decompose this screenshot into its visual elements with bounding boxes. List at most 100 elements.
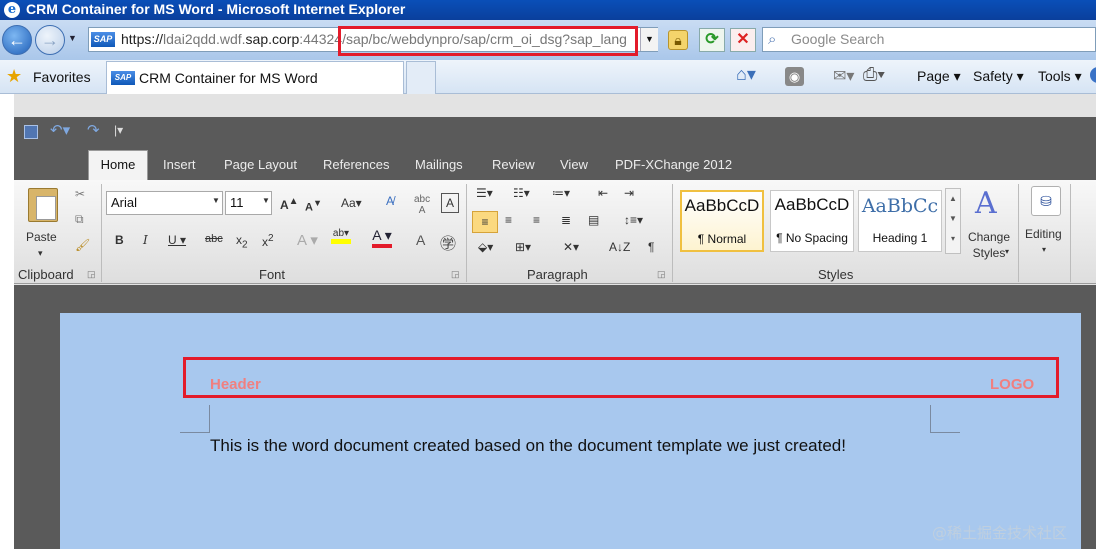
tab-insert[interactable]: Insert xyxy=(163,157,196,172)
tab-references[interactable]: References xyxy=(323,157,389,172)
mail-icon[interactable]: ✉▾ xyxy=(833,66,854,86)
tools-menu[interactable]: Tools ▾ xyxy=(1038,68,1082,85)
sap-favicon-icon: SAP xyxy=(91,32,115,47)
copy-icon[interactable]: ⧉ xyxy=(75,212,84,227)
recent-pages-dropdown-icon[interactable]: ▼ xyxy=(68,33,77,43)
align-right-button[interactable]: ≡ xyxy=(533,213,540,227)
italic-button[interactable]: I xyxy=(143,233,148,247)
header-highlight-box xyxy=(183,357,1059,398)
undo-icon[interactable]: ↶▾ xyxy=(50,121,70,139)
shrink-font-icon[interactable]: A▼ xyxy=(305,198,322,214)
feeds-icon[interactable]: ◉ xyxy=(785,67,804,86)
character-border-icon[interactable]: A xyxy=(441,193,459,213)
favorites-button[interactable]: Favorites xyxy=(33,69,91,85)
tab-pdf-xchange[interactable]: PDF-XChange 2012 xyxy=(615,157,732,172)
line-spacing-icon[interactable]: ↕≡▾ xyxy=(624,213,643,227)
style-name: ¶ No Spacing xyxy=(776,231,848,245)
safety-menu[interactable]: Safety ▾ xyxy=(973,68,1024,85)
enclose-characters-icon[interactable]: ㊫ xyxy=(440,230,456,254)
subscript-button[interactable]: x2 xyxy=(236,233,248,250)
paste-page-icon xyxy=(36,196,56,220)
document-page[interactable] xyxy=(60,313,1081,549)
styles-group-label: Styles xyxy=(818,267,854,282)
distributed-button[interactable]: ▤ xyxy=(588,213,599,227)
editing-dropdown-icon[interactable]: ▾ xyxy=(1042,245,1046,254)
font-color-icon[interactable]: A ▾ xyxy=(372,227,392,248)
group-separator xyxy=(672,184,673,282)
sort-icon[interactable]: A↓Z xyxy=(609,240,630,254)
tab-view[interactable]: View xyxy=(560,157,588,172)
ie-logo-icon: e xyxy=(4,2,20,18)
font-group-label: Font xyxy=(259,267,286,282)
borders-icon[interactable]: ⊞▾ xyxy=(515,240,531,254)
cut-icon[interactable]: ✂ xyxy=(75,187,85,201)
format-painter-icon[interactable]: 🖌︎ xyxy=(75,238,90,252)
new-tab-button[interactable] xyxy=(406,61,436,94)
styles-scroll-icon[interactable]: ▲ ▼ ▾ xyxy=(945,188,961,254)
forward-button[interactable]: → xyxy=(35,25,65,55)
align-left-button[interactable]: ≡ xyxy=(472,211,498,233)
tab-label: CRM Container for MS Word xyxy=(139,70,318,86)
lock-icon[interactable]: 🔒︎ xyxy=(668,30,688,50)
refresh-button[interactable]: ⟳ xyxy=(699,28,725,52)
font-family-dropdown-icon[interactable]: ▼ xyxy=(212,196,220,205)
character-shading-icon[interactable]: A xyxy=(416,232,425,248)
strikethrough-button[interactable]: abc xyxy=(205,233,223,245)
justify-button[interactable]: ≣ xyxy=(561,213,571,227)
change-styles-dropdown-icon[interactable]: ▾ xyxy=(1005,247,1009,256)
binoculars-icon[interactable]: ⛁ xyxy=(1031,186,1061,216)
decrease-indent-icon[interactable]: ⇤ xyxy=(598,186,608,200)
change-styles-button[interactable]: Change Styles xyxy=(964,229,1014,261)
group-separator xyxy=(466,184,467,282)
phonetic-guide-icon[interactable]: abc A xyxy=(414,194,430,216)
stop-button[interactable]: ✕ xyxy=(730,28,756,52)
superscript-button[interactable]: x2 xyxy=(262,233,274,249)
clear-formatting-icon[interactable]: A̸ xyxy=(386,194,394,208)
paste-dropdown-icon[interactable]: ▾ xyxy=(38,248,43,259)
editing-button[interactable]: Editing xyxy=(1025,227,1062,241)
document-body-text[interactable]: This is the word document created based … xyxy=(210,436,846,456)
tab-home[interactable]: Home xyxy=(88,150,148,182)
page-menu[interactable]: Page ▾ xyxy=(917,68,961,85)
margin-corner-left xyxy=(180,405,210,433)
address-dropdown-icon[interactable]: ▼ xyxy=(640,28,658,51)
clipboard-launcher-icon[interactable]: ◲ xyxy=(87,269,96,280)
customize-toolbar-icon[interactable]: |▾ xyxy=(114,123,123,137)
tab-page-layout[interactable]: Page Layout xyxy=(224,157,297,172)
highlight-color-icon[interactable]: ab▾ xyxy=(331,228,351,244)
grow-font-icon[interactable]: A▲ xyxy=(280,196,299,212)
show-formatting-icon[interactable]: ¶ xyxy=(648,240,654,254)
change-styles-icon[interactable]: A xyxy=(975,186,997,221)
asian-layout-icon[interactable]: ✕▾ xyxy=(563,240,579,254)
save-icon[interactable] xyxy=(24,125,38,139)
redo-icon[interactable]: ↷ xyxy=(87,121,100,139)
font-launcher-icon[interactable]: ◲ xyxy=(451,269,460,280)
bullets-icon[interactable]: ☰▾ xyxy=(476,186,493,200)
font-family-select[interactable]: Arial xyxy=(106,191,223,215)
numbering-icon[interactable]: ☷▾ xyxy=(513,186,530,200)
bold-button[interactable]: B xyxy=(115,233,124,247)
tab-review[interactable]: Review xyxy=(492,157,535,172)
style-heading-1[interactable]: AaBbCc Heading 1 xyxy=(858,190,942,252)
favorites-star-icon[interactable]: ★ xyxy=(6,66,22,87)
change-case-icon[interactable]: Aa▾ xyxy=(341,196,362,210)
shading-icon[interactable]: ⬙▾ xyxy=(478,240,493,254)
style-normal[interactable]: AaBbCcD ¶ Normal xyxy=(680,190,764,252)
font-size-dropdown-icon[interactable]: ▼ xyxy=(262,196,270,205)
multilevel-list-icon[interactable]: ≔▾ xyxy=(552,186,570,200)
clipboard-group-label: Clipboard xyxy=(18,267,74,282)
style-no-spacing[interactable]: AaBbCcD ¶ No Spacing xyxy=(770,190,854,252)
search-input[interactable]: Google Search xyxy=(762,27,1096,52)
back-button[interactable]: ← xyxy=(2,25,32,55)
underline-button[interactable]: U ▾ xyxy=(168,233,186,247)
text-effects-icon[interactable]: A ▾ xyxy=(297,231,318,249)
align-center-button[interactable]: ≡ xyxy=(505,213,512,227)
sap-tab-icon: SAP xyxy=(111,71,135,85)
paragraph-launcher-icon[interactable]: ◲ xyxy=(657,269,666,280)
increase-indent-icon[interactable]: ⇥ xyxy=(624,186,634,200)
browser-tab[interactable]: SAP CRM Container for MS Word xyxy=(106,61,404,94)
print-icon[interactable]: ⎙▾ xyxy=(863,64,885,85)
paste-button[interactable]: Paste xyxy=(26,230,57,244)
tab-mailings[interactable]: Mailings xyxy=(415,157,463,172)
home-icon[interactable]: ⌂▾ xyxy=(736,64,756,85)
